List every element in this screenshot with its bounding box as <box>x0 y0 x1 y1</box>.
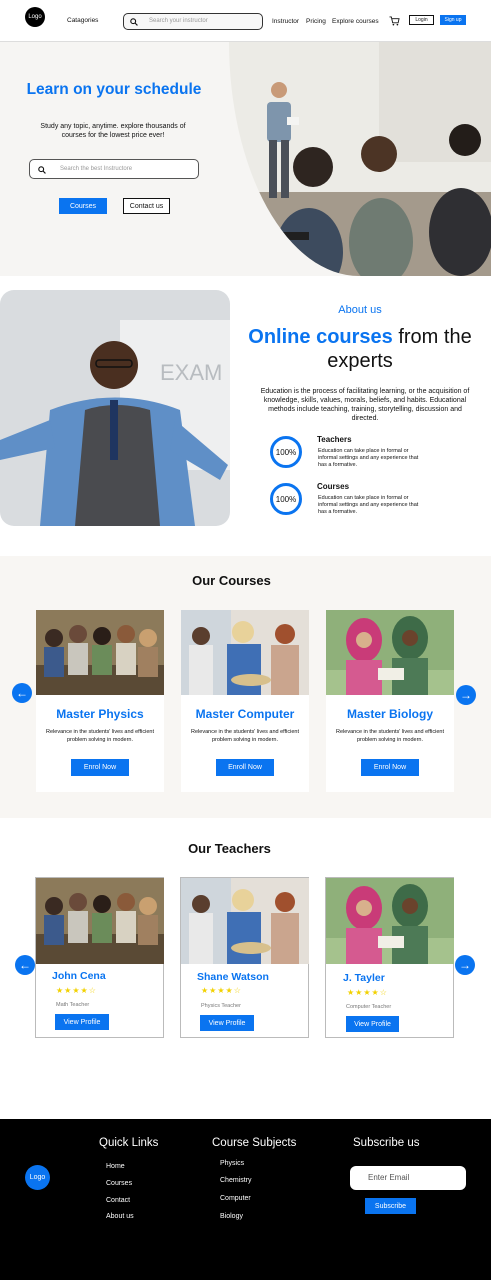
header-search-input[interactable]: Search your instructor <box>123 13 263 30</box>
footer-subject-chemistry[interactable]: Chemistry <box>220 1177 252 1184</box>
teachers-percent-ring: 100% <box>270 436 302 468</box>
course-computer-desc: Relevance in the students' lives and eff… <box>191 729 299 743</box>
courses-percent-ring: 100% <box>270 483 302 515</box>
header-search-placeholder: Search your instructor <box>149 18 208 24</box>
course-biology-enroll-button[interactable]: Enrol Now <box>361 759 419 776</box>
subscribe-button[interactable]: Subscribe <box>365 1198 416 1214</box>
teachers-next-arrow[interactable]: → <box>455 955 475 975</box>
teacher-card-john-cena: John Cena ★★★★☆ Math Teacher View Profil… <box>35 877 164 1038</box>
teacher-shane-view-profile-button[interactable]: View Profile <box>200 1015 254 1031</box>
about-title-highlight: Online courses <box>248 326 393 348</box>
footer-subject-computer[interactable]: Computer <box>220 1195 251 1202</box>
subscribe-email-input[interactable]: Enter Email <box>350 1166 466 1190</box>
about-title: Online courses from the experts <box>242 325 478 373</box>
teacher-card-shane-watson: Shane Watson ★★★★☆ Physics Teacher View … <box>180 877 309 1038</box>
signup-button[interactable]: Sign up <box>440 15 466 25</box>
nav-pricing[interactable]: Pricing <box>306 18 326 25</box>
feature-teachers-title: Teachers <box>317 435 352 444</box>
teachers-heading: Our Teachers <box>188 841 271 856</box>
footer-subject-biology[interactable]: Biology <box>220 1213 243 1220</box>
search-icon <box>130 18 138 26</box>
teacher-john-stars: ★★★★☆ <box>56 986 97 995</box>
hero-search-placeholder: Search the best Instructore <box>60 166 133 172</box>
courses-next-arrow[interactable]: → <box>456 685 476 705</box>
teacher-tayler-photo <box>326 878 454 964</box>
teacher-shane-name: Shane Watson <box>197 971 269 983</box>
course-physics-enroll-button[interactable]: Enrol Now <box>71 759 129 776</box>
login-button[interactable]: Login <box>409 15 434 25</box>
footer-link-home[interactable]: Home <box>106 1163 125 1170</box>
course-card-physics: Master Physics Relevance in the students… <box>36 610 164 792</box>
quick-links-title: Quick Links <box>99 1137 159 1149</box>
feature-courses-title: Courses <box>317 482 350 491</box>
teacher-tayler-view-profile-button[interactable]: View Profile <box>346 1016 399 1032</box>
hero-courses-button[interactable]: Courses <box>59 198 107 214</box>
svg-text:EXAM: EXAM <box>160 360 222 385</box>
course-computer-photo <box>181 610 309 695</box>
teacher-shane-stars: ★★★★☆ <box>201 986 242 995</box>
course-physics-photo <box>36 610 164 695</box>
course-physics-title: Master Physics <box>56 707 144 721</box>
teacher-john-name: John Cena <box>52 970 106 982</box>
nav-instructor[interactable]: Instructor <box>272 18 299 25</box>
course-biology-desc: Relevance in the students' lives and eff… <box>336 729 444 743</box>
course-computer-enroll-button[interactable]: Enroll Now <box>216 759 274 776</box>
nav-explore-courses[interactable]: Explore courses <box>332 18 379 25</box>
feature-teachers-desc: Education can take place in formal or in… <box>318 448 419 468</box>
feature-courses-desc: Education can take place in formal or in… <box>318 495 419 515</box>
course-biology-photo <box>326 610 454 695</box>
cart-icon[interactable] <box>389 16 400 26</box>
course-physics-desc: Relevance in the students' lives and eff… <box>46 729 154 743</box>
teacher-tayler-stars: ★★★★☆ <box>347 988 388 997</box>
about-body: Education is the process of facilitating… <box>260 388 470 422</box>
courses-heading: Our Courses <box>192 573 271 588</box>
teacher-card-j-tayler: J. Tayler ★★★★☆ Computer Teacher View Pr… <box>325 877 454 1038</box>
teacher-john-photo <box>36 878 164 964</box>
categories-link[interactable]: Catagories <box>67 17 98 24</box>
subscribe-title: Subscribe us <box>353 1137 420 1149</box>
about-eyebrow: About us <box>338 304 382 316</box>
about-teacher-photo: EXAM <box>0 290 230 526</box>
teacher-tayler-name: J. Tayler <box>343 972 385 984</box>
course-biology-title: Master Biology <box>346 707 433 721</box>
footer-link-courses[interactable]: Courses <box>106 1180 132 1187</box>
teacher-john-role: Math Teacher <box>56 1002 90 1008</box>
site-footer: Logo Quick Links Home Courses Contact Ab… <box>0 1119 491 1280</box>
hero-subtitle: Study any topic, anytime. explore thousa… <box>40 123 186 139</box>
footer-link-contact[interactable]: Contact <box>106 1197 130 1204</box>
course-card-computer: Master Computer Relevance in the student… <box>181 610 309 792</box>
course-computer-title: Master Computer <box>195 707 295 721</box>
footer-subject-physics[interactable]: Physics <box>220 1160 244 1167</box>
teacher-shane-role: Physics Teacher <box>201 1003 241 1009</box>
teacher-tayler-role: Computer Teacher <box>346 1004 392 1010</box>
site-header: Logo Catagories Search your instructor I… <box>0 0 491 42</box>
teacher-shane-photo <box>181 878 309 964</box>
hero-title: Learn on your schedule <box>26 81 202 98</box>
teachers-prev-arrow[interactable]: ← <box>15 955 35 975</box>
hero-contact-button[interactable]: Contact us <box>123 198 170 214</box>
course-subjects-title: Course Subjects <box>212 1137 297 1149</box>
footer-logo[interactable]: Logo <box>25 1165 50 1190</box>
search-icon <box>38 166 46 174</box>
teacher-john-view-profile-button[interactable]: View Profile <box>55 1014 109 1030</box>
hero-search-input[interactable]: Search the best Instructore <box>29 159 199 179</box>
courses-prev-arrow[interactable]: ← <box>12 683 32 703</box>
subscribe-email-placeholder: Enter Email <box>368 1173 410 1182</box>
header-logo[interactable]: Logo <box>25 7 45 27</box>
course-card-biology: Master Biology Relevance in the students… <box>326 610 454 792</box>
footer-link-about[interactable]: About us <box>106 1213 134 1220</box>
